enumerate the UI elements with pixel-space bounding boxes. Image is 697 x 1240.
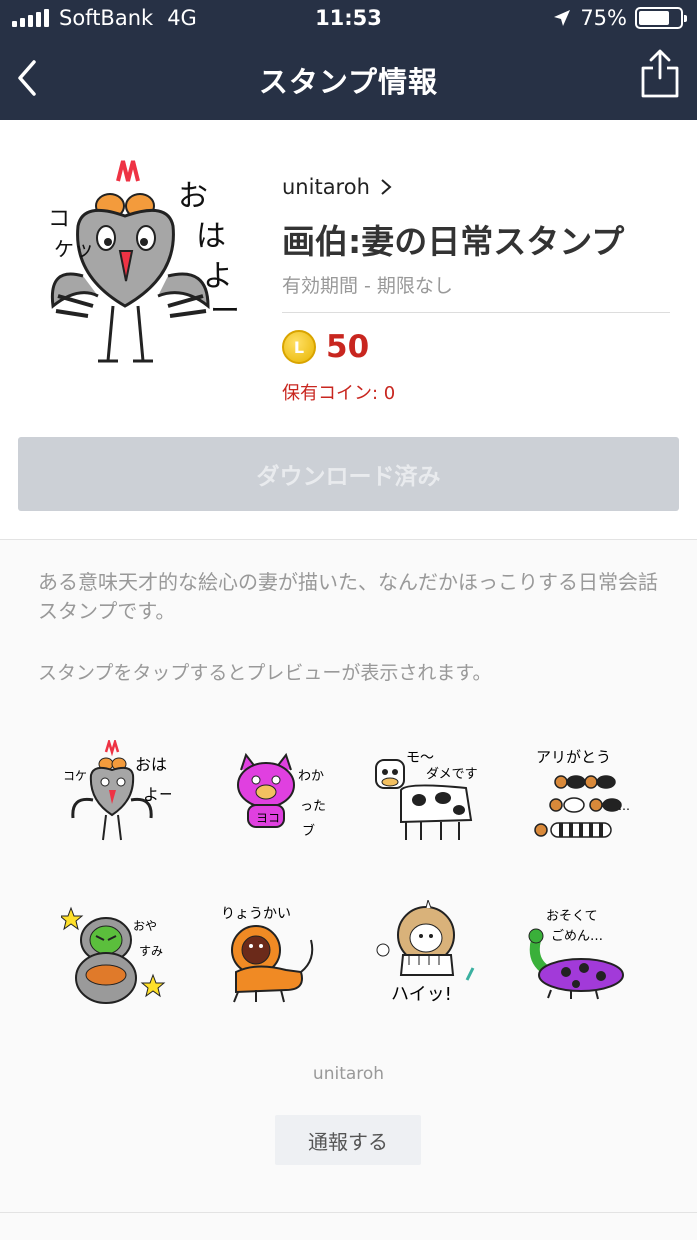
svg-text:おや: おや bbox=[133, 919, 157, 933]
svg-text:った: った bbox=[300, 799, 326, 814]
divider bbox=[0, 539, 697, 540]
chevron-right-icon bbox=[381, 179, 392, 195]
share-icon[interactable] bbox=[639, 48, 681, 100]
svg-text:モ〜: モ〜 bbox=[406, 750, 434, 766]
page-title: スタンプ情報 bbox=[258, 65, 439, 99]
svg-text:ー: ー bbox=[210, 294, 240, 329]
sticker-package-header: お は よ ー コ ケッ unitaroh 画伯:妻の日常スタンプ 有効期間 -… bbox=[0, 120, 697, 540]
price-row: L 50 bbox=[282, 329, 670, 365]
ants-sticker[interactable]: アリがとう … bbox=[503, 720, 658, 870]
svg-text:は: は bbox=[196, 219, 226, 254]
pink-cat-sticker[interactable]: ヨコ わか った ブ bbox=[193, 720, 348, 870]
download-button[interactable]: ダウンロード済み bbox=[18, 437, 679, 511]
svg-text:コ: コ bbox=[48, 207, 70, 232]
navigation-bar: スタンプ情報 bbox=[0, 38, 697, 120]
coins-owned: 保有コイン: 0 bbox=[282, 383, 396, 404]
author-name: unitaroh bbox=[282, 175, 370, 199]
report-button[interactable]: 通報する bbox=[275, 1115, 421, 1165]
author-link[interactable]: unitaroh bbox=[282, 175, 670, 199]
package-title: 画伯:妻の日常スタンプ bbox=[282, 222, 625, 261]
caterpillar-sticker[interactable]: おそくて ごめん… bbox=[503, 880, 658, 1030]
svg-text:よー: よー bbox=[143, 785, 171, 804]
divider bbox=[0, 1212, 697, 1213]
battery-percent: 75% bbox=[580, 6, 627, 30]
svg-text:ケッ: ケッ bbox=[54, 237, 94, 261]
svg-text:よ: よ bbox=[203, 259, 233, 294]
rooster-sticker[interactable]: おは よー コケ bbox=[38, 720, 193, 870]
battery-icon bbox=[635, 7, 687, 29]
owl-sticker[interactable]: おや すみ bbox=[38, 880, 193, 1030]
svg-text:ブ: ブ bbox=[302, 823, 315, 839]
svg-text:コケ: コケ bbox=[63, 769, 87, 783]
svg-text:すみ: すみ bbox=[139, 944, 163, 958]
svg-text:わか: わか bbox=[298, 769, 324, 784]
price-value: 50 bbox=[326, 329, 370, 365]
svg-text:ダメです: ダメです bbox=[426, 767, 478, 782]
svg-text:ハイッ!: ハイッ! bbox=[391, 984, 452, 1005]
svg-text:りょうかい: りょうかい bbox=[221, 906, 291, 922]
rooster-sticker-main[interactable]: お は よ ー コ ケッ bbox=[38, 156, 248, 376]
footer-author: unitaroh bbox=[312, 1064, 385, 1084]
svg-text:アリがとう: アリがとう bbox=[536, 748, 611, 766]
validity-text: 有効期間 - 期限なし bbox=[282, 271, 670, 313]
coin-icon: L bbox=[282, 330, 316, 364]
svg-text:お: お bbox=[178, 179, 208, 214]
svg-text:ヨコ: ヨコ bbox=[256, 811, 280, 825]
sheep-sticker[interactable]: ハイッ! bbox=[348, 880, 503, 1030]
package-info: unitaroh 画伯:妻の日常スタンプ 有効期間 - 期限なし L 50 保有… bbox=[282, 175, 670, 405]
svg-text:おは: おは bbox=[135, 755, 167, 774]
lion-sticker[interactable]: りょうかい bbox=[193, 880, 348, 1030]
svg-text:おそくて: おそくて bbox=[546, 909, 598, 924]
status-bar: SoftBank 4G 11:53 75% bbox=[0, 0, 697, 38]
svg-text:ごめん…: ごめん… bbox=[551, 928, 603, 944]
cow-sticker[interactable]: モ〜 ダメです bbox=[348, 720, 503, 870]
svg-text:…: … bbox=[618, 799, 630, 813]
preview-hint: スタンプをタップするとプレビューが表示されます。 bbox=[38, 662, 492, 684]
location-arrow-icon bbox=[554, 10, 571, 26]
sticker-grid: おは よー コケ ヨコ わか った ブ モ〜 ダメです アリがとう … おや す… bbox=[38, 720, 658, 1030]
package-description: ある意味天才的な絵心の妻が描いた、なんだかほっこりする日常会話スタンプです。 bbox=[38, 570, 658, 623]
